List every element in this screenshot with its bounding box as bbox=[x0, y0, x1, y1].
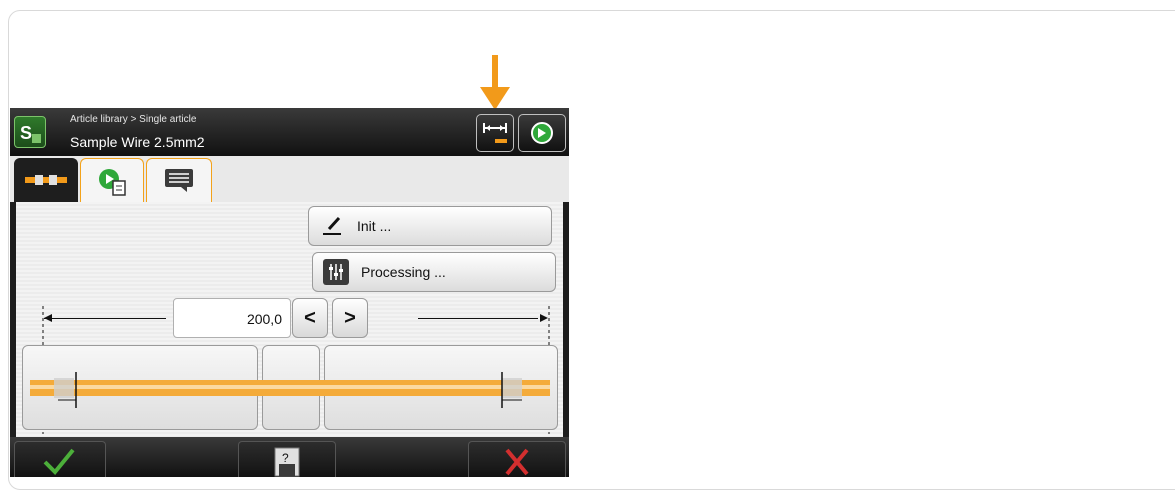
tab-wire[interactable] bbox=[14, 158, 78, 202]
svg-text:S: S bbox=[20, 123, 32, 143]
page-title: Sample Wire 2.5mm2 bbox=[70, 134, 205, 150]
wire-icon bbox=[25, 175, 67, 185]
cancel-button[interactable] bbox=[468, 441, 566, 477]
article-library-logo-icon: S bbox=[14, 116, 46, 148]
save-button[interactable]: ? bbox=[238, 441, 336, 477]
arrow-right-circle-icon bbox=[531, 122, 553, 144]
decrease-length-button[interactable]: < bbox=[292, 298, 328, 338]
tab-bar bbox=[10, 156, 569, 202]
machine-panel: S Article library > Single article Sampl… bbox=[10, 108, 569, 477]
title-bar: S Article library > Single article Sampl… bbox=[10, 108, 569, 156]
save-floppy-icon: ? bbox=[274, 447, 300, 477]
bottom-toolbar: ? bbox=[10, 437, 569, 477]
length-measure-icon bbox=[483, 123, 507, 143]
callout-arrow-icon bbox=[480, 55, 510, 110]
next-button[interactable] bbox=[518, 114, 566, 152]
processing-label: Processing ... bbox=[361, 264, 446, 280]
processing-button[interactable]: Processing ... bbox=[312, 252, 556, 292]
checkmark-icon bbox=[43, 448, 75, 475]
init-button[interactable]: Init ... bbox=[308, 206, 552, 246]
length-input[interactable]: 200,0 bbox=[173, 298, 291, 338]
wire-graphic bbox=[30, 372, 550, 408]
length-measure-button[interactable] bbox=[476, 114, 514, 152]
increase-length-button[interactable]: > bbox=[332, 298, 368, 338]
tab-comment[interactable] bbox=[146, 158, 212, 202]
init-label: Init ... bbox=[357, 218, 392, 234]
close-icon bbox=[505, 448, 529, 476]
processing-icon bbox=[323, 259, 349, 285]
comment-icon bbox=[165, 169, 193, 192]
svg-text:?: ? bbox=[282, 451, 289, 465]
tab-process[interactable] bbox=[80, 158, 144, 202]
confirm-button[interactable] bbox=[14, 441, 106, 477]
process-icon bbox=[99, 169, 126, 196]
pencil-icon bbox=[319, 213, 345, 239]
breadcrumb: Article library > Single article bbox=[70, 114, 197, 125]
